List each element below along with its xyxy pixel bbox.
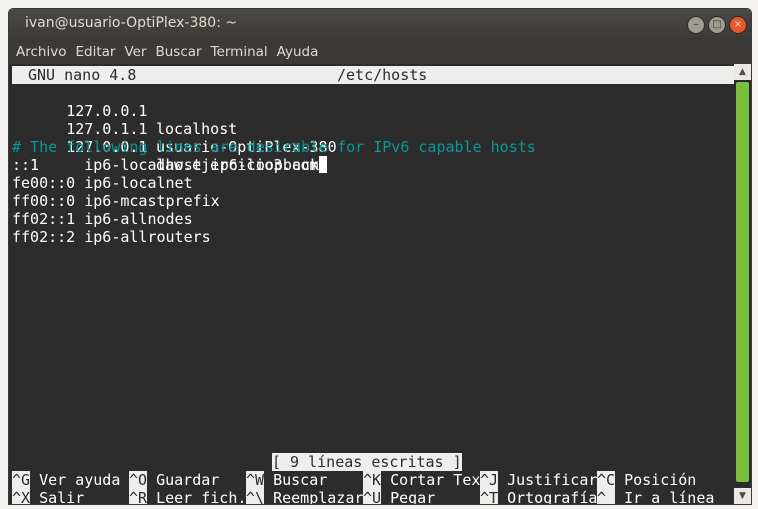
status-message: [ 9 líneas escritas ] [272,453,462,471]
shortcut-key: ^U [363,489,382,505]
ipv6-line: ff02::2 ip6-allrouters [12,228,211,246]
shortcut-key: ^G [12,471,31,489]
window-title: ivan@usuario-OptiPlex-380: ~ [25,15,238,31]
title-bar[interactable]: ivan@usuario-OptiPlex-380: ~ – □ × [9,9,751,39]
nano-version: GNU nano 4.8 [28,66,137,84]
shortcut-key: ^T [480,489,499,505]
text-cursor [318,156,327,173]
menu-bar: Archivo Editar Ver Buscar Terminal Ayuda [9,39,751,64]
shortcut-cut[interactable]: ^K Cortar Tex [363,471,480,489]
shortcut-position[interactable]: ^C Posición [597,471,696,489]
shortcut-label: Ortografía [507,489,598,505]
ipv6-line: fe00::0 ip6-localnet [12,174,193,192]
nano-filename: /etc/hosts [337,66,428,84]
ipv6-line: ff02::1 ip6-allnodes [12,210,193,228]
shortcut-label: Guardar [156,471,220,489]
shortcut-replace[interactable]: ^\ Reemplazar [246,489,364,505]
terminal-area[interactable]: GNU nano 4.8 /etc/hosts 127.0.0.1 localh… [9,64,734,504]
shortcut-paste[interactable]: ^U Pegar [363,489,436,505]
shortcut-key: ^W [246,471,265,489]
menu-terminal[interactable]: Terminal [211,44,268,60]
shortcut-key: ^\ [246,489,265,505]
ipv6-line: ff00::0 ip6-mcastprefix [12,192,220,210]
shortcut-search[interactable]: ^W Buscar [246,471,327,489]
hosts-line: 127.0.0.1 localhost [12,84,237,138]
menu-editar[interactable]: Editar [75,44,115,60]
shortcut-label: Posición [624,471,697,489]
comment-line: # The following lines are desirable for … [12,138,536,156]
shortcut-label: Salir [39,489,85,505]
hosts-line: 127.0.0.1 daw.ejercicio3.com [12,120,327,174]
menu-archivo[interactable]: Archivo [16,44,66,60]
scroll-down-icon[interactable]: ▼ [734,488,751,504]
minimize-button[interactable]: – [687,16,705,34]
close-button[interactable]: × [729,16,747,34]
shortcut-key: ^C [597,471,616,489]
shortcut-label: Ver ayuda [39,471,121,489]
hosts-line: 127.0.1.1 usuario-OptiPlex-380 [12,102,336,156]
scroll-up-icon[interactable]: ▲ [734,64,751,80]
shortcut-key: ^_ [597,489,616,505]
shortcut-goto-line[interactable]: ^_ Ir a línea [597,489,715,505]
menu-ayuda[interactable]: Ayuda [277,44,319,60]
menu-buscar[interactable]: Buscar [155,44,201,60]
shortcut-label: Cortar Tex [390,471,481,489]
shortcut-label: Pegar [390,489,436,505]
shortcut-key: ^J [480,471,499,489]
shortcut-save[interactable]: ^O Guardar [129,471,219,489]
shortcut-key: ^R [129,489,148,505]
shortcut-key: ^K [363,471,382,489]
shortcut-label: Leer fich. [156,489,247,505]
ipv6-line: ::1 ip6-localhost ip6-loopback [12,156,320,174]
nano-header: GNU nano 4.8 /etc/hosts [12,66,734,84]
scrollbar[interactable]: ▲ ▼ [734,64,751,504]
maximize-button[interactable]: □ [708,16,726,34]
shortcut-label: Buscar [273,471,328,489]
shortcut-help[interactable]: ^G Ver ayuda [12,471,120,489]
menu-ver[interactable]: Ver [124,44,146,60]
hosts-name: localhost [156,120,238,138]
window-controls: – □ × [687,16,747,34]
scrollbar-thumb[interactable] [736,82,749,482]
shortcut-label: Reemplazar [273,489,364,505]
shortcut-key: ^O [129,471,148,489]
shortcut-key: ^X [12,489,31,505]
shortcut-label: Ir a línea [624,489,715,505]
terminal-window: ivan@usuario-OptiPlex-380: ~ – □ × Archi… [8,8,752,505]
shortcut-exit[interactable]: ^X Salir [12,489,85,505]
shortcut-justify[interactable]: ^J Justificar [480,471,597,489]
shortcut-spell[interactable]: ^T Ortografía [480,489,598,505]
shortcut-label: Justificar [507,471,598,489]
shortcut-read-file[interactable]: ^R Leer fich. [129,489,247,505]
